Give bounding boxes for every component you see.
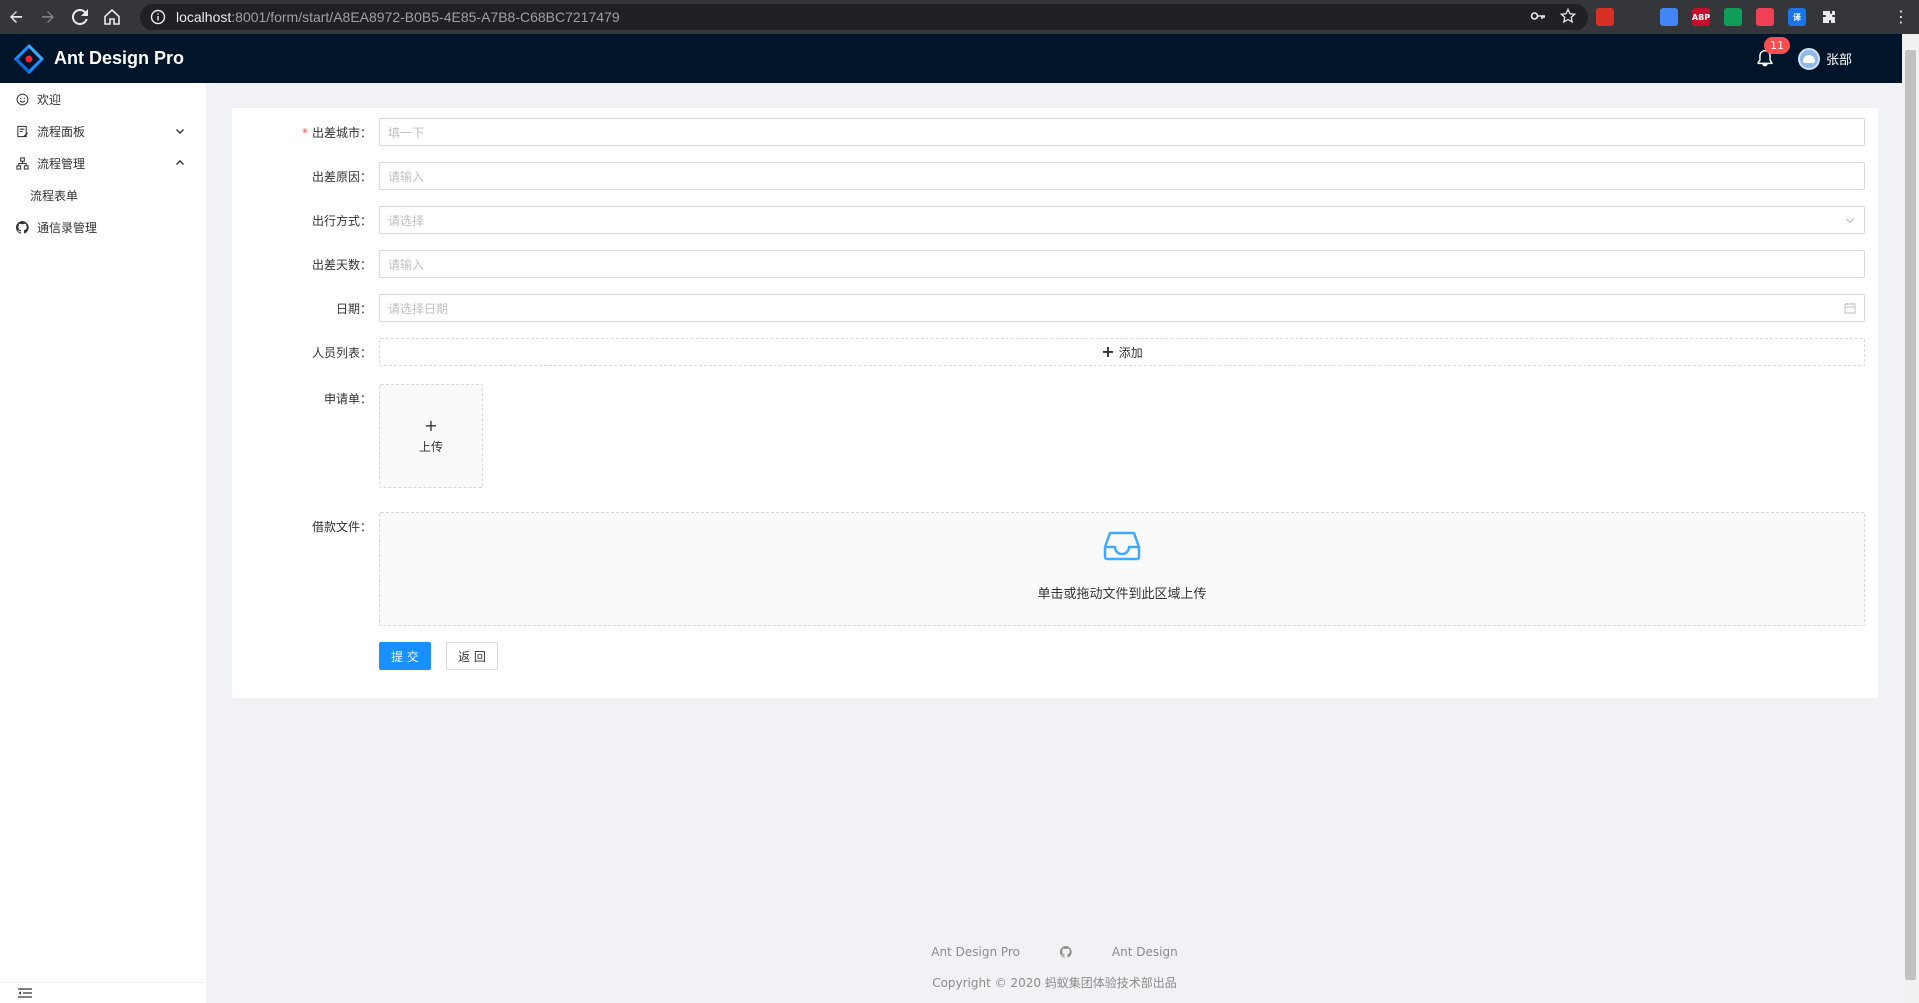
github-icon bbox=[15, 220, 29, 234]
logo[interactable]: Ant Design Pro bbox=[14, 43, 185, 74]
sidebar-item-process-management[interactable]: 流程管理 bbox=[0, 147, 206, 179]
red-ext-icon[interactable] bbox=[1596, 8, 1614, 26]
travel-mode-label: 出行方式： bbox=[311, 214, 372, 228]
github-icon[interactable] bbox=[1059, 946, 1072, 958]
avatar[interactable] bbox=[1797, 47, 1820, 70]
smile-icon bbox=[15, 92, 29, 106]
sidebar-item-process-panel[interactable]: 流程面板 bbox=[0, 115, 206, 147]
sidebar-item-contacts[interactable]: 通信录管理 bbox=[0, 211, 206, 243]
sidebar-subitem-label: 流程表单 bbox=[30, 188, 79, 203]
footer-link-ant-design[interactable]: Ant Design bbox=[1112, 945, 1178, 959]
info-icon bbox=[150, 9, 166, 25]
drop-zone-text: 单击或拖动文件到此区域上传 bbox=[1037, 587, 1207, 602]
url-path: :8001/form/start/A8EA8972-B0B5-4E85-A7B8… bbox=[231, 9, 620, 25]
forward-button[interactable] bbox=[32, 0, 64, 34]
chevron-up-icon bbox=[176, 160, 184, 165]
cluster-icon bbox=[15, 156, 29, 170]
browser-menu-icon[interactable]: ⋮ bbox=[1893, 9, 1909, 25]
travel-mode-select[interactable]: 请选择 bbox=[379, 206, 1865, 234]
form-card: * 出差城市： 填一下 出差原因： 请输入 出行方式： 请选择 出差天数： 请输入… bbox=[232, 108, 1878, 698]
chevron-down-icon bbox=[1845, 218, 1855, 224]
translate2-ext-icon[interactable]: 译 bbox=[1788, 8, 1806, 26]
footer-links: Ant Design Pro Ant Design bbox=[207, 945, 1902, 959]
sidebar-item-process-form[interactable]: 流程表单 bbox=[0, 179, 206, 211]
puzzle-extension-icon[interactable] bbox=[1820, 8, 1838, 26]
plus-icon: + bbox=[424, 415, 438, 435]
vue-ext-icon[interactable] bbox=[1628, 8, 1646, 26]
days-label: 出差天数： bbox=[311, 258, 372, 272]
file-drop-zone[interactable]: 单击或拖动文件到此区域上传 bbox=[379, 512, 1865, 626]
upload-application-button[interactable]: + 上传 bbox=[379, 384, 483, 488]
back-button[interactable] bbox=[0, 0, 32, 34]
back-button[interactable]: 返 回 bbox=[446, 642, 498, 670]
date-label: 日期： bbox=[335, 302, 372, 316]
extensions-bar: ABP 译 bbox=[1596, 0, 1838, 34]
date-picker[interactable]: 请选择日期 bbox=[379, 294, 1865, 322]
translate-ext-icon[interactable] bbox=[1660, 8, 1678, 26]
form-icon bbox=[15, 124, 29, 138]
loan-files-label: 借款文件： bbox=[311, 520, 372, 534]
people-label: 人员列表： bbox=[311, 346, 372, 360]
sidebar: 欢迎 流程面板 流程管理 流程表单 通信录管理 bbox=[0, 83, 207, 1003]
sidebar-item-label: 通信录管理 bbox=[37, 220, 98, 235]
calendar-icon bbox=[1844, 303, 1856, 314]
arrow-right-icon bbox=[42, 11, 54, 23]
plus-icon: + bbox=[1101, 342, 1115, 361]
notification-bell[interactable]: 11 bbox=[1756, 36, 1790, 69]
user-name[interactable]: 张部 bbox=[1826, 49, 1852, 68]
days-input[interactable]: 请输入 bbox=[379, 250, 1865, 278]
city-label: * 出差城市： bbox=[301, 126, 372, 140]
inbox-icon bbox=[1103, 531, 1141, 561]
sidebar-item-label: 流程管理 bbox=[37, 156, 86, 171]
required-mark: * bbox=[301, 126, 308, 140]
key-icon[interactable] bbox=[1530, 8, 1546, 24]
sidebar-item-label: 欢迎 bbox=[37, 92, 62, 107]
browser-toolbar: localhost:8001/form/start/A8EA8972-B0B5-… bbox=[0, 0, 1919, 34]
app-header: Ant Design Pro 11 张部 bbox=[0, 34, 1902, 83]
submit-button[interactable]: 提 交 bbox=[379, 642, 431, 670]
app-title: Ant Design Pro bbox=[54, 48, 185, 68]
url-host: localhost bbox=[176, 9, 232, 25]
reason-label: 出差原因： bbox=[311, 170, 372, 184]
city-input[interactable]: 填一下 bbox=[379, 118, 1865, 146]
sidebar-item-label: 流程面板 bbox=[37, 124, 86, 139]
sidebar-item-welcome[interactable]: 欢迎 bbox=[0, 83, 206, 115]
ant-design-logo-icon bbox=[14, 43, 44, 74]
add-person-button[interactable]: + 添加 bbox=[379, 338, 1865, 366]
address-bar[interactable]: localhost:8001/form/start/A8EA8972-B0B5-… bbox=[140, 4, 1588, 30]
reason-input[interactable]: 请输入 bbox=[379, 162, 1865, 190]
menu-fold-icon[interactable] bbox=[15, 983, 35, 1003]
arrow-left-icon bbox=[10, 11, 22, 23]
footer-copyright: Copyright © 2020 蚂蚁集团体验技术部出品 bbox=[932, 976, 1177, 990]
abp-ext-icon[interactable]: ABP bbox=[1692, 8, 1710, 26]
reload-button[interactable] bbox=[64, 0, 96, 34]
home-button[interactable] bbox=[96, 0, 128, 34]
application-label: 申请单： bbox=[323, 392, 372, 406]
reload-icon bbox=[72, 9, 88, 25]
scrollbar-thumb[interactable] bbox=[1905, 50, 1916, 980]
shield-ext-icon[interactable] bbox=[1724, 8, 1742, 26]
star-icon[interactable] bbox=[1560, 8, 1576, 24]
home-icon bbox=[104, 9, 120, 25]
chevron-down-icon bbox=[176, 129, 184, 134]
notification-badge: 11 bbox=[1763, 36, 1790, 54]
pocket-ext-icon[interactable] bbox=[1756, 8, 1774, 26]
footer-link-ant-design-pro[interactable]: Ant Design Pro bbox=[931, 945, 1020, 959]
